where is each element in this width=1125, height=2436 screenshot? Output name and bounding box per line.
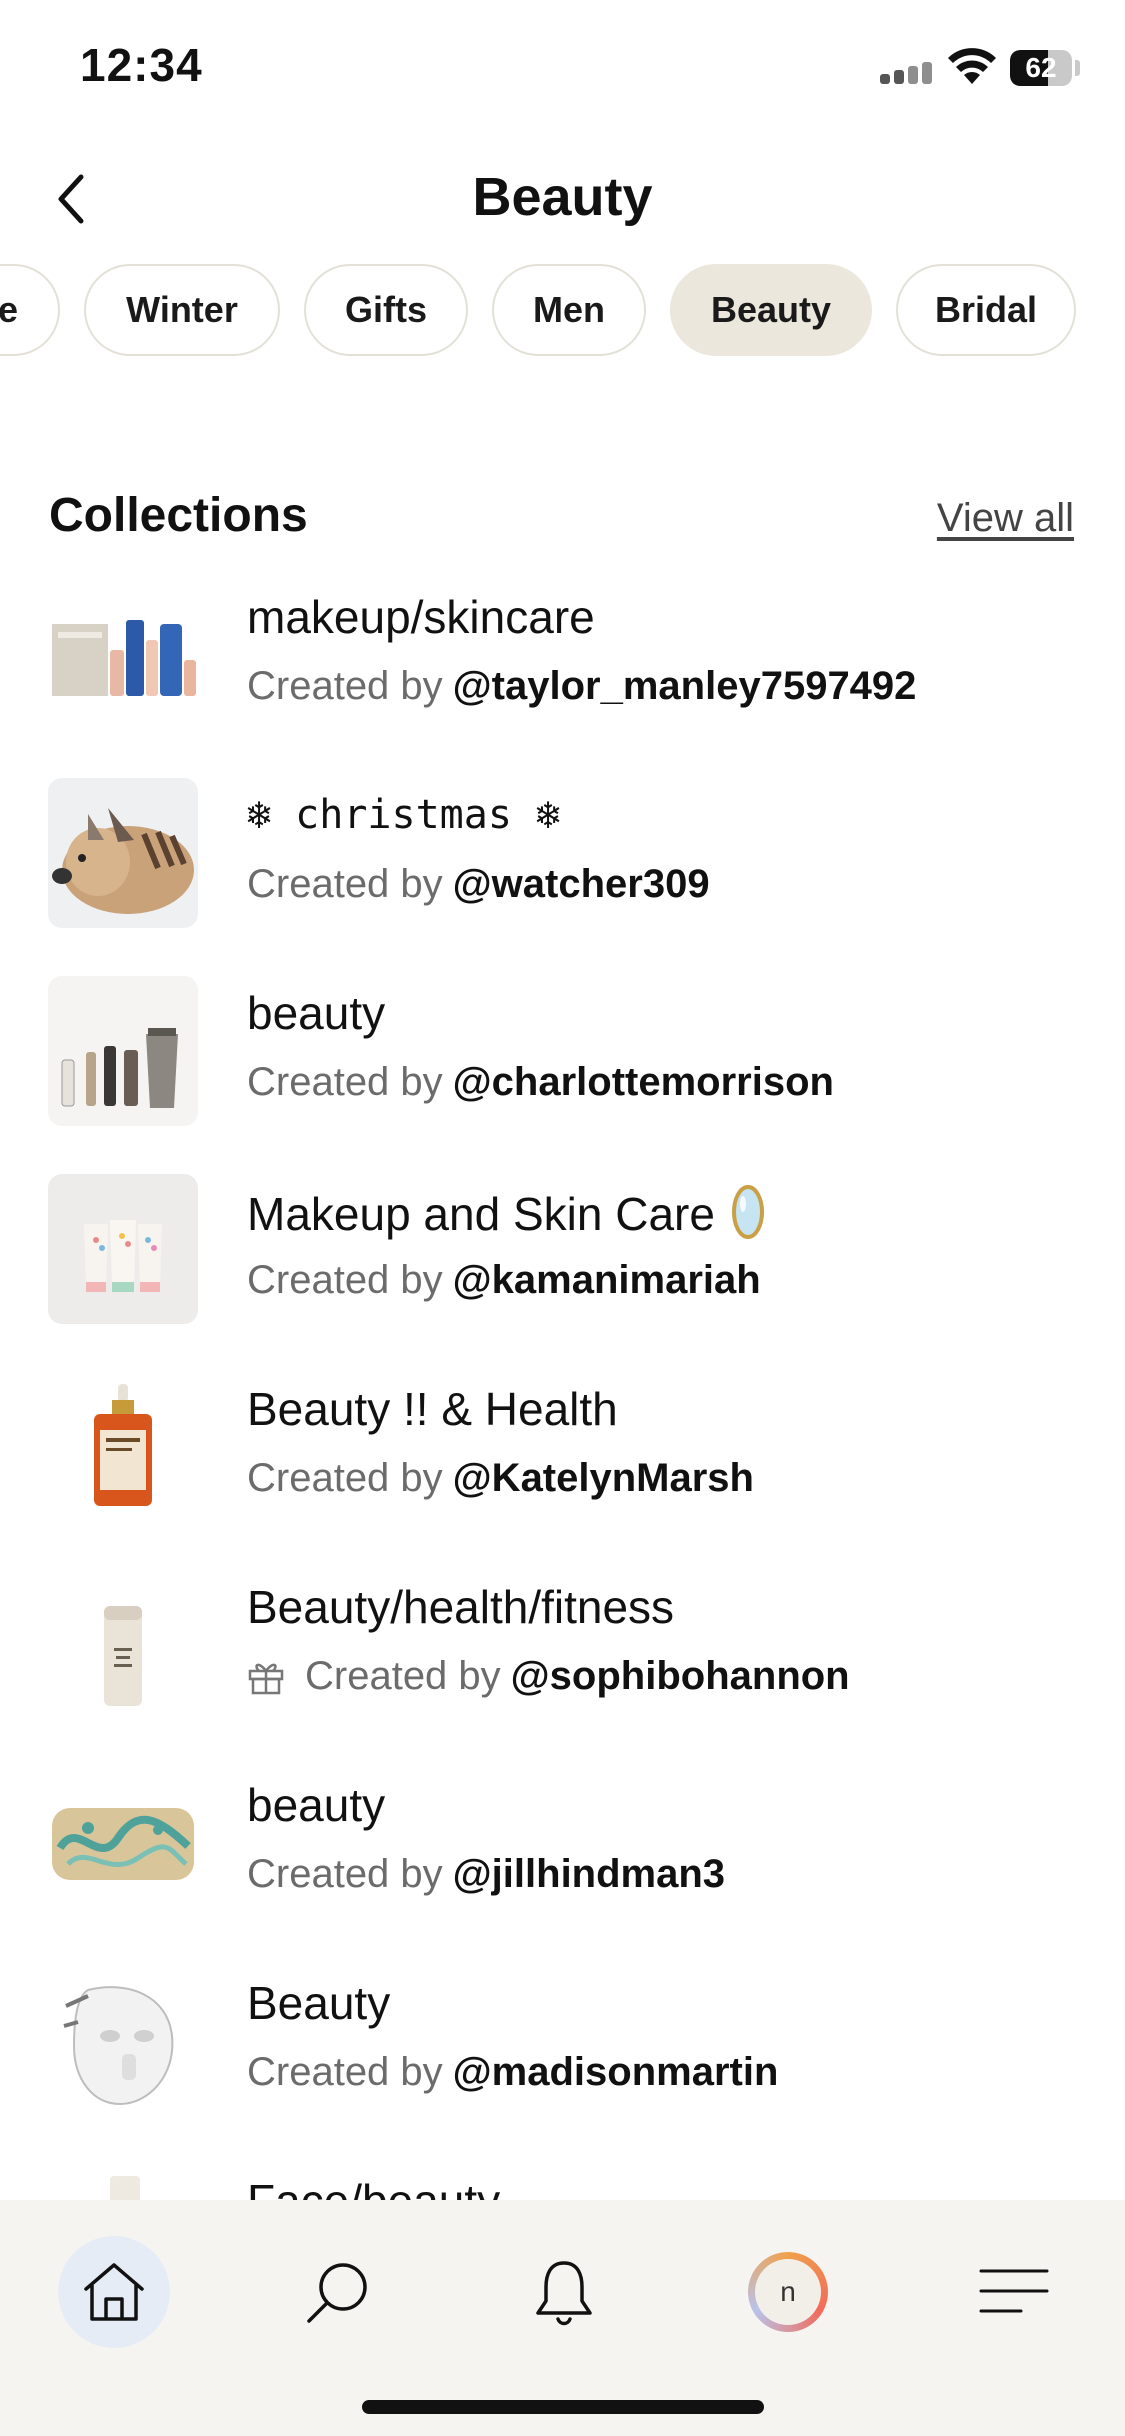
chip-bridal[interactable]: Bridal [896,264,1076,356]
chip-winter[interactable]: Winter [84,264,280,356]
creator-handle[interactable]: @charlottemorrison [453,1060,834,1104]
collection-creator: Created by @watcher309 [247,862,710,907]
collection-thumbnail [48,1372,198,1522]
creator-handle[interactable]: @taylor_manley7597492 [453,664,917,708]
collection-title: Face/beauty [247,2174,500,2200]
creator-handle[interactable]: @KatelynMarsh [453,1456,754,1500]
cellular-signal-icon [880,62,936,84]
bell-icon [536,2261,592,2326]
collection-creator: Created by @sophibohannon [247,1654,850,1699]
creator-handle[interactable]: @watcher309 [453,862,710,906]
status-time: 12:34 [80,39,203,91]
chip-label: Bridal [934,289,1038,330]
view-all-link[interactable]: View all [937,496,1074,541]
menu-icon [979,2269,1049,2313]
collection-title: makeup/skincare [247,591,595,643]
collection-item[interactable]: Makeup and Skin Care Created by @kamanima… [0,1174,1125,1372]
collection-title-text: Makeup and Skin Care [247,1188,715,1240]
collection-thumbnail [48,1174,198,1324]
chip-label: Men [533,289,605,330]
created-by-label: Created by [247,1060,443,1104]
creator-handle[interactable]: @sophibohannon [511,1654,850,1698]
collection-creator: Created by @madisonmartin [247,2050,778,2095]
nav-profile[interactable]: n [732,2236,844,2348]
avatar-initial: n [755,2259,821,2325]
collection-item[interactable]: ❄ christmas ❄ Created by @watcher309 [0,778,1125,976]
collection-title: Makeup and Skin Care [247,1184,765,1241]
chip-men[interactable]: Men [492,264,646,356]
collection-title: Beauty/health/fitness [247,1581,675,1633]
collection-thumbnail [48,1966,198,2116]
collection-title: ❄ christmas ❄ [247,792,561,838]
collection-title: Beauty !! & Health [247,1383,618,1435]
collections-list: makeup/skincare Created by @taylor_manley… [0,580,1125,2200]
collection-creator: Created by @KatelynMarsh [247,1456,754,1501]
created-by-label: Created by [305,1654,501,1698]
collection-thumbnail [48,1570,198,1720]
created-by-label: Created by [247,2050,443,2094]
creator-handle[interactable]: @jillhindman3 [453,1852,725,1896]
chip-label: Beauty [710,289,832,330]
chip-gifts[interactable]: Gifts [304,264,468,356]
battery-cap [1075,60,1080,76]
collection-thumbnail [48,2164,198,2200]
collection-item[interactable]: Beauty Created by @madisonmartin [0,1966,1125,2164]
header: Beauty [0,150,1125,250]
battery-icon: 62 [1010,50,1072,86]
page-title: Beauty [472,167,653,227]
collection-item[interactable]: beauty Created by @jillhindman3 [0,1768,1125,1966]
chip-beauty[interactable]: Beauty [670,264,872,356]
created-by-label: Created by [247,862,443,906]
mirror-emoji-icon [731,1185,764,1239]
collection-thumbnail [48,976,198,1126]
collection-creator: Created by @taylor_manley7597492 [247,664,916,709]
screen: 12:34 62 Beauty e Winter Gifts Men Beaut… [0,0,1125,2436]
chip-label: Gifts [344,289,427,330]
collection-creator: Created by @charlottemorrison [247,1060,834,1105]
chip-label: e [0,289,18,330]
status-bar: 12:34 62 [0,0,1125,140]
collection-item[interactable]: Beauty/health/fitness Created by @sophibo… [0,1570,1125,1768]
battery-level: 62 [1025,52,1057,83]
home-icon [84,2263,144,2321]
collection-thumbnail [48,580,198,730]
collection-creator: Created by @kamanimariah [247,1258,761,1303]
creator-handle[interactable]: @kamanimariah [453,1258,761,1302]
created-by-label: Created by [247,1852,443,1896]
search-icon [307,2263,367,2323]
collections-heading: Collections [49,489,308,542]
collection-title: beauty [247,987,386,1039]
nav-menu[interactable] [958,2236,1070,2348]
created-by-label: Created by [247,1258,443,1302]
chip-label: Winter [126,289,238,330]
created-by-label: Created by [247,664,443,708]
chip-partial[interactable]: e [0,264,60,356]
collection-item[interactable]: Beauty !! & Health Created by @KatelynMar… [0,1372,1125,1570]
nav-search[interactable] [282,2236,394,2348]
wifi-icon [948,48,996,84]
gift-icon [248,1663,284,1695]
collection-creator: Created by @jillhindman3 [247,1852,725,1897]
collection-item[interactable]: Face/beauty [0,2164,1125,2200]
avatar: n [748,2252,828,2332]
creator-handle[interactable]: @madisonmartin [453,2050,779,2094]
collection-item[interactable]: beauty Created by @charlottemorrison [0,976,1125,1174]
home-indicator[interactable] [362,2400,764,2414]
collection-item[interactable]: makeup/skincare Created by @taylor_manley… [0,580,1125,778]
collection-title: beauty [247,1779,386,1831]
nav-notifications[interactable] [508,2236,620,2348]
category-chips: e Winter Gifts Men Beauty Bridal [0,262,1125,362]
created-by-label: Created by [247,1456,443,1500]
nav-home[interactable] [58,2236,170,2348]
collection-thumbnail [48,778,198,928]
collection-title: Beauty [247,1977,391,2029]
collection-thumbnail [48,1768,198,1918]
